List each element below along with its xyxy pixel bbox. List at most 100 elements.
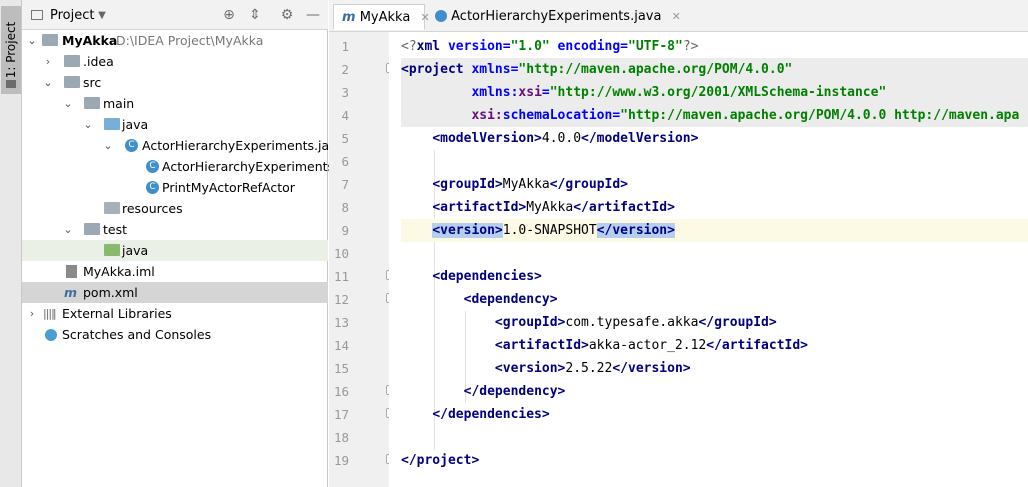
folder-icon (64, 55, 80, 67)
line-number: 3 (341, 85, 349, 100)
tree-item-label: MyAkka (62, 33, 118, 48)
tree-item-main-java[interactable]: ⌄ java (22, 114, 328, 135)
tree-item-label: main (103, 96, 135, 111)
tree-item-label: test (103, 222, 128, 237)
code-line: <dependency> (463, 292, 558, 307)
code-line: </dependency> (463, 384, 566, 399)
minimize-icon[interactable]: — (304, 6, 322, 24)
tree-item-java-file[interactable]: ⌄ C ActorHierarchyExperiments.java (22, 135, 344, 156)
tree-item-class[interactable]: C ActorHierarchyExperiments (22, 156, 334, 177)
line-number: 17 (333, 407, 349, 422)
locate-icon[interactable]: ⊕ (220, 6, 238, 24)
tree-item-label: ActorHierarchyExperiments.java (142, 138, 345, 153)
tree-item-label: src (83, 75, 102, 90)
library-icon: |||‖ (43, 307, 57, 320)
project-panel-header: Project ▼ ⊕ ⇕ ⚙ — (22, 0, 328, 30)
tree-item-external-libraries[interactable]: › |||‖ External Libraries (22, 303, 328, 324)
class-icon: C (146, 181, 159, 194)
code-editor[interactable]: <?xml version="1.0" encoding="UTF-8"?> <… (389, 32, 1028, 487)
tab-label: ActorHierarchyExperiments.java (451, 9, 662, 24)
editor-tab-bar: m MyAkka ✕ ActorHierarchyExperiments.jav… (329, 0, 1028, 32)
java-file-icon: C (125, 139, 138, 152)
code-line: </dependencies> (432, 407, 550, 422)
project-tool-window-button[interactable]: 1: Project (1, 6, 21, 94)
tree-item-src[interactable]: ⌄ src (22, 72, 328, 93)
tab-actorhierarchyexperiments[interactable]: ActorHierarchyExperiments.java ✕ (427, 4, 681, 30)
line-number-gutter: 1 2 3 4 5 6 7 8 9 10 11 12 13 14 15 16 1… (329, 32, 389, 487)
project-tool-window-label: 1: Project (4, 21, 18, 79)
tab-myakka[interactable]: m MyAkka ✕ (333, 4, 430, 30)
maven-icon: m (342, 10, 356, 25)
code-line: <artifactId>MyAkka</artifactId> (432, 200, 675, 215)
tree-item-label: ActorHierarchyExperiments (162, 159, 335, 174)
line-number: 6 (341, 154, 349, 169)
code-line: xmlns:xsi="http://www.w3.org/2001/XMLSch… (401, 81, 1028, 104)
folder-icon (84, 223, 100, 235)
chevron-down-icon[interactable]: ⌄ (62, 93, 74, 114)
tree-item-label: .idea (83, 54, 114, 69)
tree-item-label: MyAkka.iml (83, 264, 155, 279)
chevron-down-icon[interactable]: ⌄ (26, 30, 38, 51)
tree-item-path: D:\IDEA Project\MyAkka (116, 33, 264, 48)
tab-label: MyAkka (359, 10, 411, 25)
code-line: xsi:schemaLocation="http://maven.apache.… (401, 104, 1028, 127)
line-number: 5 (341, 131, 349, 146)
folder-icon (64, 76, 80, 88)
tool-window-strip: 1: Project (0, 0, 22, 487)
module-file-icon (66, 265, 77, 278)
project-panel: Project ▼ ⊕ ⇕ ⚙ — ⌄ MyAkka D:\IDEA Proje… (22, 0, 344, 487)
line-number: 2 (341, 62, 349, 77)
code-line: <?xml version="1.0" encoding="UTF-8"?> (401, 39, 699, 54)
line-number: 11 (333, 269, 349, 284)
chevron-right-icon[interactable]: › (42, 51, 54, 72)
code-line: <artifactId>akka-actor_2.12</artifactId> (494, 338, 808, 353)
scratch-icon (45, 329, 57, 341)
chevron-down-icon[interactable]: ⌄ (82, 114, 94, 135)
tree-item-label: Scratches and Consoles (62, 327, 212, 342)
code-line: <version>2.5.22</version> (494, 361, 691, 376)
tree-item-label: java (122, 243, 149, 258)
line-number: 9 (341, 223, 349, 238)
tree-item-main[interactable]: ⌄ main (22, 93, 328, 114)
close-icon[interactable]: ✕ (672, 10, 681, 23)
tree-item-label: pom.xml (83, 285, 138, 300)
code-line: <dependencies> (432, 269, 542, 284)
java-file-icon (435, 10, 447, 22)
line-number: 13 (333, 315, 349, 330)
resources-folder-icon (104, 202, 120, 214)
tree-item-scratches[interactable]: Scratches and Consoles (22, 324, 328, 345)
code-line: <project xmlns="http://maven.apache.org/… (401, 58, 1028, 81)
chevron-right-icon[interactable]: › (26, 303, 38, 324)
code-line: <groupId>com.typesafe.akka</groupId> (494, 315, 777, 330)
tree-item-label: java (122, 117, 149, 132)
tree-item-pom[interactable]: m pom.xml (22, 282, 328, 303)
tree-item-test-java[interactable]: java (22, 240, 328, 261)
chevron-down-icon[interactable]: ▼ (96, 6, 108, 24)
line-number: 7 (341, 177, 349, 192)
tree-item-label: resources (122, 201, 183, 216)
tree-item-idea[interactable]: › .idea (22, 51, 328, 72)
project-view-icon (30, 6, 44, 24)
collapse-all-icon[interactable]: ⇕ (246, 6, 264, 24)
tree-item-iml[interactable]: MyAkka.iml (22, 261, 328, 282)
chevron-down-icon[interactable]: ⌄ (42, 72, 54, 93)
line-number: 18 (333, 430, 349, 445)
line-number: 15 (333, 361, 349, 376)
tree-item-resources[interactable]: resources (22, 198, 328, 219)
line-number: 19 (333, 453, 349, 468)
code-line: </project> (401, 453, 480, 468)
tree-item-test[interactable]: ⌄ test (22, 219, 328, 240)
line-number: 16 (333, 384, 349, 399)
tree-item-myakka[interactable]: ⌄ MyAkka D:\IDEA Project\MyAkka (22, 30, 328, 51)
chevron-down-icon[interactable]: ⌄ (62, 219, 74, 240)
project-view-selector[interactable]: Project (50, 6, 94, 24)
line-number: 10 (333, 246, 349, 261)
class-icon: C (146, 160, 159, 173)
chevron-down-icon[interactable]: ⌄ (102, 135, 114, 156)
code-line: <groupId>MyAkka</groupId> (432, 177, 629, 192)
tree-item-label: External Libraries (62, 306, 172, 321)
tree-item-label: PrintMyActorRefActor (162, 180, 295, 195)
tree-item-class[interactable]: C PrintMyActorRefActor (22, 177, 328, 198)
line-number: 8 (341, 200, 349, 215)
gear-icon[interactable]: ⚙ (278, 6, 296, 24)
